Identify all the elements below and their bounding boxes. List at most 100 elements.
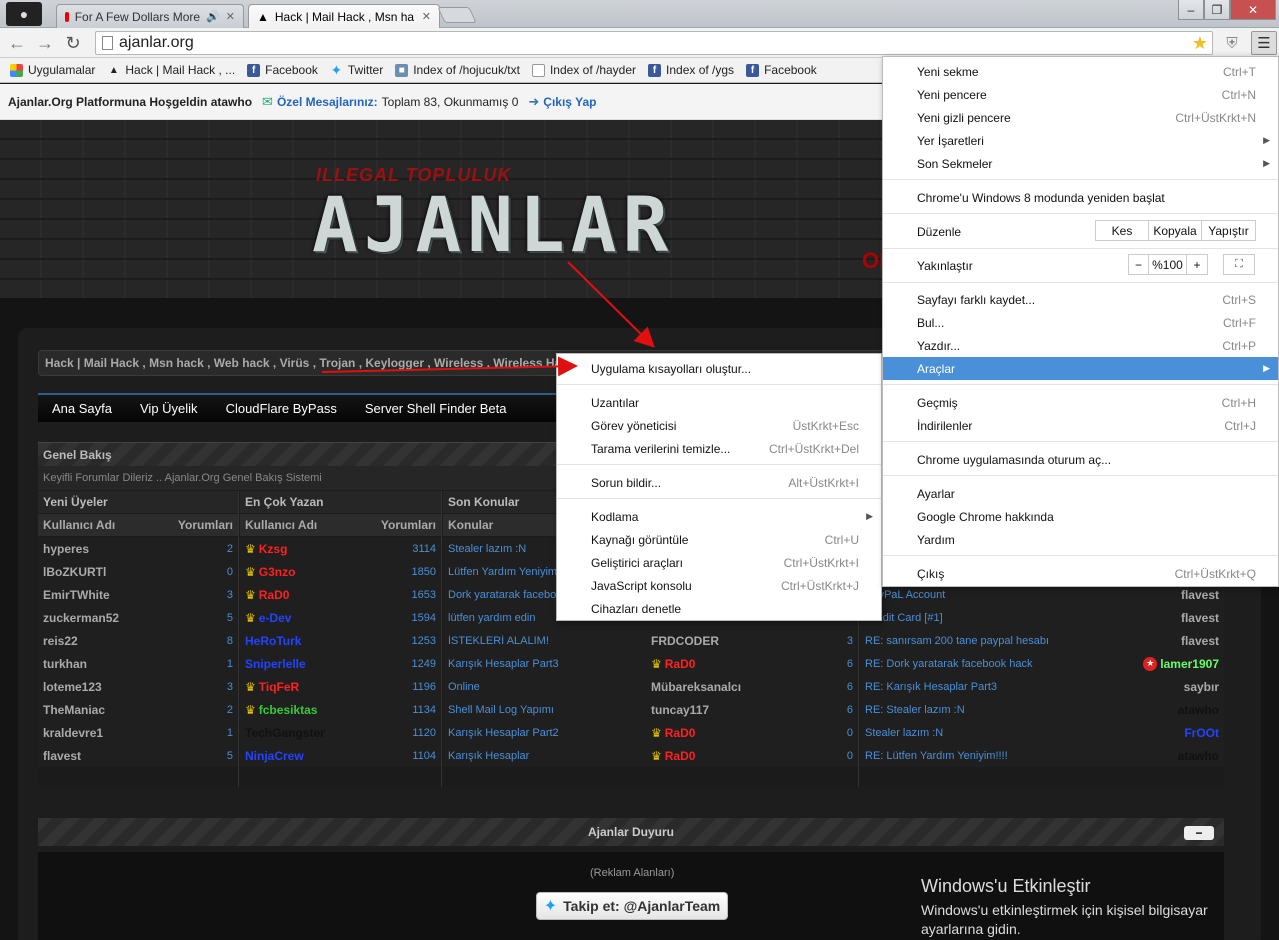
private-messages-link[interactable]: Özel Mesajlarınız: (277, 95, 378, 109)
bookmark-hack[interactable]: ▲ Hack | Mail Hack , ... (103, 63, 243, 77)
nav-cloudflare-bypass[interactable]: CloudFlare ByPass (212, 401, 351, 416)
close-tab-icon[interactable]: ✕ (422, 10, 431, 23)
close-window-button[interactable]: ✕ (1230, 0, 1276, 20)
bookmark-twitter[interactable]: ✦ Twitter (326, 62, 391, 78)
bookmark-apps[interactable]: Uygulamalar (6, 63, 103, 77)
menu-item-settings[interactable]: Ayarlar (883, 482, 1278, 505)
member-name[interactable]: kraldevre1 (43, 726, 103, 740)
reply-link[interactable]: Stealer lazım :N (865, 727, 943, 739)
poster-name[interactable]: Kzsg (259, 542, 288, 556)
tab-ajanlar[interactable]: ▲ Hack | Mail Hack , Msn ha ✕ (248, 4, 440, 28)
restore-window-button[interactable]: ❐ (1204, 0, 1230, 20)
menu-item-save-as[interactable]: Sayfayı farklı kaydet... Ctrl+S (883, 288, 1278, 311)
reply-link[interactable]: RE: Stealer lazım :N (865, 704, 965, 716)
menu-item-incognito[interactable]: Yeni gizli pencere Ctrl+ÜstKrkt+N (883, 106, 1278, 129)
back-icon[interactable]: ← (6, 32, 28, 54)
zoom-out-button[interactable]: − (1129, 255, 1149, 274)
topic-link[interactable]: Karışık Hesaplar Part3 (448, 658, 653, 670)
reply-author[interactable]: atawho (1178, 749, 1219, 763)
zoom-in-button[interactable]: + (1187, 255, 1207, 274)
menu-item-encoding[interactable]: Kodlama ▶ (557, 505, 881, 528)
reply-link[interactable]: RE: Dork yaratarak facebook hack (865, 658, 1033, 670)
menu-item-relaunch-win8[interactable]: Chrome'u Windows 8 modunda yeniden başla… (883, 186, 1278, 209)
bookmark-index-hayder[interactable]: Index of /hayder (528, 63, 644, 77)
menu-item-bookmarks[interactable]: Yer İşaretleri ▶ (883, 129, 1278, 152)
logout-link[interactable]: Çıkış Yap (543, 95, 596, 109)
topic-author[interactable]: RaD0 (665, 726, 696, 740)
chrome-menu-button[interactable]: ☰ (1251, 31, 1277, 55)
topic-author[interactable]: RaD0 (665, 657, 696, 671)
member-name[interactable]: lBoZKURTl (43, 565, 106, 579)
topic-author[interactable]: Mübareksanalcı (651, 680, 741, 694)
menu-item-history[interactable]: Geçmiş Ctrl+H (883, 391, 1278, 414)
star-icon[interactable]: ★ (1192, 33, 1208, 54)
poster-name[interactable]: G3nzo (259, 565, 296, 579)
member-name[interactable]: TheManiac (43, 703, 105, 717)
menu-item-js-console[interactable]: JavaScript konsolu Ctrl+ÜstKrkt+J (557, 574, 881, 597)
extension-shield-icon[interactable]: ⛨ (1223, 33, 1241, 53)
poster-name[interactable]: NinjaCrew (245, 749, 304, 763)
poster-name[interactable]: TechGangster (245, 726, 325, 740)
reply-author[interactable]: flavest (1181, 634, 1219, 648)
member-name[interactable]: hyperes (43, 542, 89, 556)
reply-link[interactable]: RE: sanırsam 200 tane paypal hesabı (865, 635, 1049, 647)
topic-author[interactable]: RaD0 (665, 749, 696, 763)
member-name[interactable]: flavest (43, 749, 81, 763)
bookmark-facebook-2[interactable]: f Facebook (742, 63, 825, 77)
reload-icon[interactable]: ↻ (62, 32, 84, 54)
cut-button[interactable]: Kes (1096, 221, 1149, 240)
member-name[interactable]: EmirTWhite (43, 588, 110, 602)
menu-item-about[interactable]: Google Chrome hakkında (883, 505, 1278, 528)
bookmark-index-hojucuk[interactable]: ■ Index of /hojucuk/txt (391, 63, 528, 77)
reply-link[interactable]: RE: Lütfen Yardım Yeniyim!!!! (865, 750, 1008, 762)
menu-item-downloads[interactable]: İndirilenler Ctrl+J (883, 414, 1278, 437)
poster-name[interactable]: HeRoTurk (245, 634, 301, 648)
topic-link[interactable]: Online (448, 681, 653, 693)
close-tab-icon[interactable]: ✕ (226, 10, 235, 23)
poster-name[interactable]: RaD0 (259, 588, 290, 602)
topic-link[interactable]: Shell Mail Log Yapımı (448, 704, 653, 716)
minimize-window-button[interactable]: – (1178, 0, 1204, 20)
menu-item-find[interactable]: Bul... Ctrl+F (883, 311, 1278, 334)
new-tab-button[interactable] (437, 7, 477, 23)
member-name[interactable]: zuckerman52 (43, 611, 119, 625)
topic-link[interactable]: Karışık Hesaplar (448, 750, 653, 762)
bookmark-facebook[interactable]: f Facebook (243, 63, 326, 77)
menu-item-sign-in[interactable]: Chrome uygulamasında oturum aç... (883, 448, 1278, 471)
collapse-button[interactable]: − (1184, 826, 1214, 840)
url-input[interactable] (119, 34, 1119, 52)
topic-link[interactable]: İSTEKLERİ ALALIM! (448, 635, 653, 647)
menu-item-view-source[interactable]: Kaynağı görüntüle Ctrl+U (557, 528, 881, 551)
menu-item-exit[interactable]: Çıkış Ctrl+ÜstKrkt+Q (883, 562, 1278, 585)
topic-link[interactable]: Karışık Hesaplar Part2 (448, 727, 653, 739)
menu-item-tools[interactable]: Araçlar ▶ (883, 357, 1278, 380)
nav-vip-uyelik[interactable]: Vip Üyelik (126, 401, 212, 416)
menu-item-print[interactable]: Yazdır... Ctrl+P (883, 334, 1278, 357)
member-name[interactable]: turkhan (43, 657, 87, 671)
menu-item-dev-tools[interactable]: Geliştirici araçları Ctrl+ÜstKrkt+I (557, 551, 881, 574)
site-logo[interactable]: AJANLAR (312, 180, 674, 269)
profile-avatar[interactable]: ● (6, 2, 42, 26)
nav-shell-finder[interactable]: Server Shell Finder Beta (351, 401, 521, 416)
menu-item-recent-tabs[interactable]: Son Sekmeler ▶ (883, 152, 1278, 175)
menu-item-extensions[interactable]: Uzantılar (557, 391, 881, 414)
menu-item-task-manager[interactable]: Görev yöneticisi ÜstKrkt+Esc (557, 414, 881, 437)
reply-author[interactable]: lamer1907 (1160, 657, 1219, 671)
paste-button[interactable]: Yapıştır (1202, 221, 1255, 240)
poster-name[interactable]: Sniperlelle (245, 657, 306, 671)
reply-author[interactable]: saybır (1184, 680, 1219, 694)
topic-author[interactable]: FRDCODER (651, 634, 719, 648)
poster-name[interactable]: e-Dev (259, 611, 292, 625)
member-name[interactable]: loteme123 (43, 680, 102, 694)
menu-item-clear-data[interactable]: Tarama verilerini temizle... Ctrl+ÜstKrkt… (557, 437, 881, 460)
twitter-follow-button[interactable]: ✦ Takip et: @AjanlarTeam (536, 892, 728, 920)
fullscreen-icon[interactable]: ⛶ (1223, 254, 1255, 275)
reply-author[interactable]: flavest (1181, 588, 1219, 602)
reply-link[interactable]: RE: Karışık Hesaplar Part3 (865, 681, 997, 693)
nav-ana-sayfa[interactable]: Ana Sayfa (38, 401, 126, 416)
poster-name[interactable]: fcbesiktas (259, 703, 318, 717)
menu-item-help[interactable]: Yardım (883, 528, 1278, 551)
forward-icon[interactable]: → (34, 32, 56, 54)
poster-name[interactable]: TiqFeR (259, 680, 299, 694)
address-bar[interactable]: ★ (95, 31, 1213, 55)
